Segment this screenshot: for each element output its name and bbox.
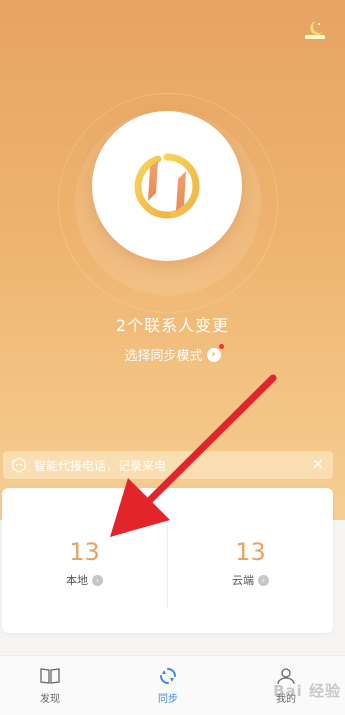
robot-icon xyxy=(12,457,26,473)
local-count: 13 xyxy=(69,538,100,566)
close-icon[interactable]: ✕ xyxy=(311,458,325,472)
cloud-label-row: 云端 › xyxy=(168,572,333,588)
contact-count-card: 13 本地 › 13 云端 › xyxy=(2,488,333,633)
new-badge-dot xyxy=(218,343,224,349)
cloud-label: 云端 xyxy=(232,574,254,587)
local-label: 本地 xyxy=(66,574,88,587)
night-mode-icon[interactable] xyxy=(303,18,327,42)
banner-text: 智能代接电话，记录来电 xyxy=(34,458,167,473)
sync-icon xyxy=(134,153,200,219)
tab-discover-label: 发现 xyxy=(40,694,60,705)
chevron-right-icon: › xyxy=(206,343,224,362)
select-sync-mode-link[interactable]: 选择同步模式 › xyxy=(0,343,345,364)
watermark-text: Bai 经验 xyxy=(273,682,341,700)
tab-sync-label: 同步 xyxy=(158,694,178,705)
sync-icon xyxy=(160,668,176,684)
cloud-count: 13 xyxy=(235,538,266,566)
contact-changes-text: 2个联系人变更 xyxy=(115,316,230,335)
sync-button[interactable] xyxy=(92,111,242,261)
local-contacts-stat[interactable]: 13 本地 › xyxy=(2,488,167,633)
local-label-row: 本地 › xyxy=(2,572,167,588)
tab-discover[interactable]: 发现 xyxy=(10,666,90,705)
chevron-right-icon: › xyxy=(92,574,103,586)
sync-mode-label: 选择同步模式 xyxy=(124,349,203,364)
cloud-contacts-stat[interactable]: 13 云端 › xyxy=(168,488,333,633)
book-icon xyxy=(40,668,60,684)
smart-answer-banner[interactable]: 智能代接电话，记录来电 ✕ xyxy=(3,451,333,479)
chevron-right-icon: › xyxy=(258,574,269,586)
tab-sync[interactable]: 同步 xyxy=(128,666,208,705)
